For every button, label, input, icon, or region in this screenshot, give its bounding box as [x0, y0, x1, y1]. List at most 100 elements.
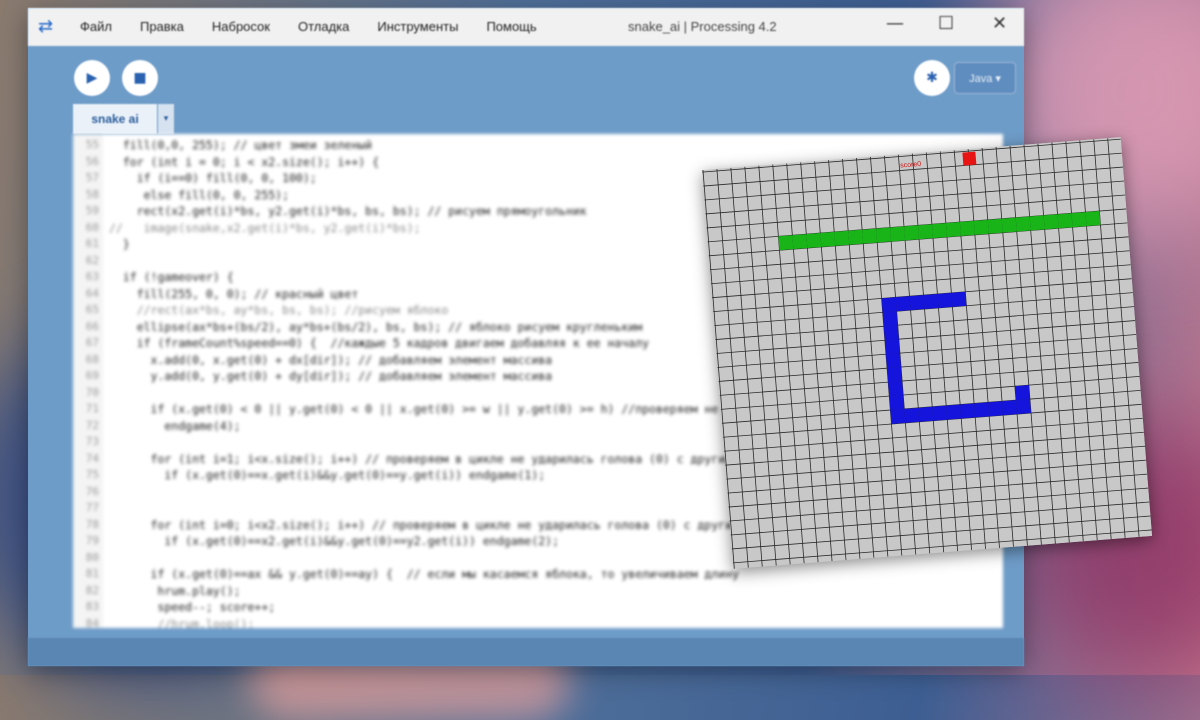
line-number: 59	[85, 204, 99, 217]
code-text: fill(255, 0, 0); // красный цвет	[109, 286, 359, 301]
bug-icon: ✱	[926, 70, 938, 86]
line-number: 70	[85, 385, 99, 399]
tab-menu-arrow-icon[interactable]: ▾	[158, 104, 174, 134]
line-number: 61	[85, 237, 99, 250]
snake-segment	[945, 222, 961, 238]
menu-help[interactable]: Помощь	[486, 19, 536, 34]
line-number: 71	[85, 402, 99, 415]
debugger-button[interactable]: ✱	[914, 60, 950, 96]
mode-selector[interactable]: Java ▾	[954, 62, 1016, 94]
code-text: fill(0,0, 255); // цвет змеи зеленый	[109, 138, 373, 152]
line-number: 74	[85, 451, 99, 465]
code-text: for (int i=1; i<x.size(); i++) // провер…	[109, 451, 740, 466]
snake-segment	[890, 226, 906, 242]
sketch-window: score0	[701, 137, 1153, 569]
snake-segment	[1002, 400, 1018, 416]
snake-segment	[778, 235, 794, 251]
line-number: 65	[85, 303, 99, 316]
menu-debug[interactable]: Отладка	[298, 19, 349, 34]
snake-segment	[876, 227, 892, 243]
snake-segment	[937, 292, 953, 308]
line-number: 55	[85, 138, 99, 151]
line-number: 57	[85, 171, 99, 184]
code-text: for (int i = 0; i < x2.size(); i++) {	[109, 154, 380, 169]
snake-segment	[909, 295, 925, 311]
line-number: 77	[85, 501, 99, 514]
snake-segment	[889, 394, 905, 411]
maximize-icon[interactable]: ☐	[938, 13, 954, 34]
code-text: speed--; score++;	[109, 600, 276, 614]
snake-segment	[792, 234, 808, 250]
line-number: 83	[85, 600, 99, 613]
snake-segment	[884, 339, 900, 355]
snake-segment	[834, 230, 850, 246]
menu-file[interactable]: Файл	[80, 19, 112, 34]
menu-edit[interactable]: Правка	[140, 19, 184, 34]
snake-segment	[960, 403, 976, 419]
code-text: if (x.get(0)==x2.get(i)&&y.get(0)==y2.ge…	[109, 534, 560, 548]
run-button[interactable]: ▶	[74, 60, 110, 96]
line-number: 75	[85, 468, 99, 481]
snake-segment	[1029, 215, 1045, 231]
menu-sketch[interactable]: Набросок	[212, 19, 270, 34]
code-text: //hrum.loop();	[109, 616, 255, 629]
snake-segment	[881, 297, 897, 313]
snake-segment	[951, 291, 967, 307]
toolbar: ▶ ■ ✱ Java ▾	[28, 46, 1024, 110]
snake-segment	[1043, 214, 1059, 230]
code-text: x.add(0, x.get(0) + dx[dir]); // добавля…	[109, 352, 553, 367]
code-text: if (x.get(0)==x.get(i)&&y.get(0)==y.get(…	[109, 468, 546, 482]
processing-logo-icon: ⇄	[38, 16, 54, 37]
code-text: if (frameCount%speed==0) { //каждые 5 ка…	[109, 336, 650, 350]
snake-segment	[932, 405, 948, 421]
snake-segment	[888, 381, 904, 397]
line-number: 78	[85, 517, 99, 531]
line-number: 81	[85, 567, 99, 580]
code-text: // image(snake,x2.get(i)*bs, y2.get(i)*b…	[109, 220, 421, 235]
play-icon: ▶	[86, 70, 98, 86]
tab-snake-ai[interactable]: snake ai	[73, 104, 157, 134]
line-number: 82	[85, 583, 99, 597]
apple	[962, 151, 977, 166]
snake-segment	[974, 402, 990, 418]
tab-bar: snake ai ▾	[28, 104, 1024, 134]
snake-segment	[931, 223, 947, 239]
code-text: if (x.get(0)==ax && y.get(0)==ay) { // е…	[109, 567, 740, 581]
code-text: ellipse(ax*bs+(bs/2), ay*bs+(bs/2), bs, …	[109, 319, 643, 334]
snake-segment	[883, 325, 899, 341]
snake-segment	[959, 220, 975, 236]
snake-segment	[1014, 385, 1030, 401]
stop-icon: ■	[133, 70, 147, 86]
line-number: 56	[85, 154, 99, 168]
line-number: 68	[85, 352, 99, 366]
snake-segment	[904, 407, 920, 423]
minimize-icon[interactable]: —	[886, 13, 904, 34]
line-number: 62	[85, 253, 99, 267]
line-number: 73	[85, 435, 99, 448]
snake-segment	[1085, 211, 1101, 227]
snake-segment	[918, 406, 934, 422]
line-number: 64	[85, 286, 99, 300]
snake-segment	[903, 225, 920, 241]
title-bar: ⇄ Файл Правка Набросок Отладка Инструмен…	[28, 8, 1024, 46]
stop-button[interactable]: ■	[122, 60, 158, 96]
snake-segment	[890, 408, 906, 425]
snake-segment	[1001, 217, 1017, 233]
snake-segment	[887, 367, 903, 383]
window-title: snake_ai | Processing 4.2	[628, 19, 777, 34]
line-number: 84	[85, 616, 99, 629]
snake-segment	[1015, 399, 1032, 415]
snake-segment	[1015, 216, 1031, 232]
snake-segment	[987, 218, 1003, 234]
line-number: 67	[85, 336, 99, 349]
code-text: if (x.get(0) < 0 || y.get(0) < 0 || x.ge…	[109, 402, 753, 416]
snake-segment	[820, 231, 836, 247]
close-icon[interactable]: ✕	[992, 13, 1007, 34]
menu-tools[interactable]: Инструменты	[377, 19, 458, 34]
snake-segment	[806, 233, 822, 249]
snake-segment	[1057, 213, 1073, 229]
line-number: 66	[85, 319, 99, 333]
snake-segment	[917, 224, 934, 240]
snake-game-canvas: score0	[701, 137, 1153, 569]
line-number: 79	[85, 534, 99, 547]
